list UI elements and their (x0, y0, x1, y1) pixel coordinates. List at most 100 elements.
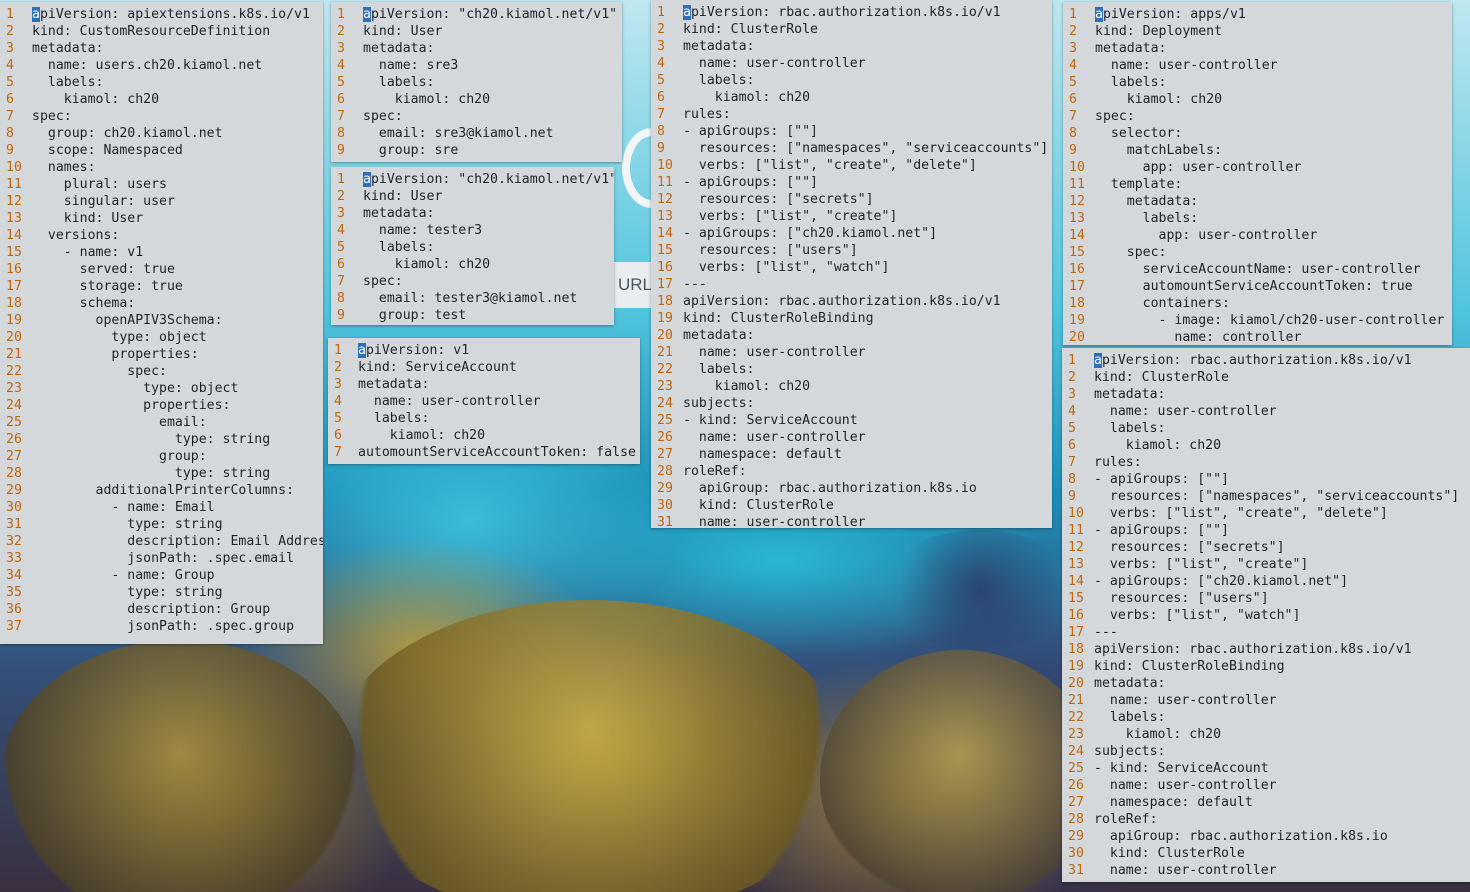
code-text: metadata: (1095, 194, 1199, 209)
code-text: - apiGroups: [""] (683, 124, 818, 139)
code-text: piVersion: rbac.authorization.k8s.io/v1 (1101, 353, 1412, 368)
editor-window-rbac-right[interactable]: 1 apiVersion: rbac.authorization.k8s.io/v… (1062, 348, 1470, 882)
editor-window-serviceaccount[interactable]: 1 apiVersion: v1 2 kind: ServiceAccount 3 met… (328, 338, 640, 464)
code-text: group: test (363, 308, 467, 323)
line-number: 24 (657, 396, 673, 411)
code-text: - apiGroups: ["ch20.kiamol.net"] (683, 226, 938, 241)
code-line: 27 namespace: default (651, 446, 1052, 463)
code-line: 4 name: user-controller (1063, 57, 1452, 74)
code-line: 12 singular: user (0, 193, 323, 210)
code-line: 1 apiVersion: "ch20.kiamol.net/v1" (331, 6, 622, 23)
code-text: kind: User (32, 211, 144, 226)
code-line: 10 verbs: ["list", "create", "delete"] (1062, 505, 1470, 522)
editor-window-user-tester3[interactable]: 1 apiVersion: "ch20.kiamol.net/v1" 2 kind: … (331, 167, 614, 325)
code-text: labels: (363, 75, 435, 90)
code-line: 20 name: controller (1063, 329, 1452, 345)
editor-window-crd[interactable]: 1 apiVersion: apiextensions.k8s.io/v1 2 kin… (0, 2, 323, 644)
editor-window-user-sre3[interactable]: 1 apiVersion: "ch20.kiamol.net/v1" 2 kind: … (331, 2, 622, 162)
code-line: 12 resources: ["secrets"] (1062, 539, 1470, 556)
code-line: 3 metadata: (331, 205, 614, 222)
code-line: 16 verbs: ["list", "watch"] (651, 259, 1052, 276)
code-text: verbs: ["list", "watch"] (1094, 608, 1301, 623)
code-line: 8 - apiGroups: [""] (651, 123, 1052, 140)
line-number: 30 (1068, 846, 1084, 861)
line-number: 5 (6, 75, 14, 90)
editor-window-deployment[interactable]: 1 apiVersion: apps/v1 2 kind: Deployment 3 me… (1063, 2, 1452, 345)
code-text: - apiGroups: ["ch20.kiamol.net"] (1094, 574, 1349, 589)
code-text: kind: Deployment (1095, 24, 1223, 39)
code-text: kind: ServiceAccount (358, 360, 517, 375)
code-line: 2 kind: ClusterRole (1062, 369, 1470, 386)
code-text: rules: (1094, 455, 1142, 470)
line-number: 2 (337, 24, 345, 39)
line-number: 5 (337, 75, 345, 90)
code-line: 2 kind: Deployment (1063, 23, 1452, 40)
text-cursor: a (683, 5, 691, 20)
line-number: 19 (1069, 313, 1085, 328)
line-number: 16 (1069, 262, 1085, 277)
editor-window-rbac-middle[interactable]: 1 apiVersion: rbac.authorization.k8s.io/v… (651, 0, 1052, 528)
code-line: 13 verbs: ["list", "create"] (651, 208, 1052, 225)
code-area[interactable]: 1 apiVersion: v1 2 kind: ServiceAccount 3 met… (328, 338, 640, 461)
code-line: 11 - apiGroups: [""] (651, 174, 1052, 191)
code-text: - name: Group (32, 568, 215, 583)
line-number: 5 (334, 411, 342, 426)
code-text: jsonPath: .spec.group (32, 619, 295, 634)
line-number: 7 (1068, 455, 1076, 470)
code-text: kiamol: ch20 (32, 92, 160, 107)
code-line: 15 resources: ["users"] (1062, 590, 1470, 607)
code-line: 13 labels: (1063, 210, 1452, 227)
code-text: verbs: ["list", "create", "delete"] (1094, 506, 1388, 521)
code-text: kiamol: ch20 (1094, 438, 1222, 453)
line-number: 21 (657, 345, 673, 360)
code-area[interactable]: 1 apiVersion: "ch20.kiamol.net/v1" 2 kind: … (331, 2, 622, 159)
code-line: 28 roleRef: (651, 463, 1052, 480)
code-area[interactable]: 1 apiVersion: apiextensions.k8s.io/v1 2 kin… (0, 2, 323, 635)
code-area[interactable]: 1 apiVersion: rbac.authorization.k8s.io/v… (1062, 348, 1470, 879)
line-number: 9 (1069, 143, 1077, 158)
line-number: 4 (1068, 404, 1076, 419)
line-number: 17 (657, 277, 673, 292)
code-line: 29 additionalPrinterColumns: (0, 482, 323, 499)
code-text: name: user-controller (358, 394, 541, 409)
line-number: 19 (6, 313, 22, 328)
line-number: 11 (1069, 177, 1085, 192)
line-number: 31 (657, 515, 673, 528)
code-text: app: user-controller (1095, 228, 1318, 243)
code-text: kind: ClusterRole (683, 22, 818, 37)
line-number: 26 (657, 430, 673, 445)
line-number: 3 (6, 41, 14, 56)
code-line: 6 kiamol: ch20 (0, 91, 323, 108)
code-line: 8 group: ch20.kiamol.net (0, 125, 323, 142)
code-line: 4 name: sre3 (331, 57, 622, 74)
code-area[interactable]: 1 apiVersion: apps/v1 2 kind: Deployment 3 me… (1063, 2, 1452, 345)
code-area[interactable]: 1 apiVersion: rbac.authorization.k8s.io/v… (651, 0, 1052, 528)
code-line: 4 name: user-controller (651, 55, 1052, 72)
line-number: 24 (1068, 744, 1084, 759)
code-line: 30 - name: Email (0, 499, 323, 516)
text-cursor: a (358, 343, 366, 358)
line-number: 2 (1068, 370, 1076, 385)
code-text: spec: (1095, 109, 1135, 124)
code-area[interactable]: 1 apiVersion: "ch20.kiamol.net/v1" 2 kind: … (331, 167, 614, 324)
code-line: 5 labels: (328, 410, 640, 427)
code-text: name: sre3 (363, 58, 459, 73)
code-line: 10 app: user-controller (1063, 159, 1452, 176)
code-line: 17 storage: true (0, 278, 323, 295)
line-number: 17 (1069, 279, 1085, 294)
line-number: 19 (1068, 659, 1084, 674)
line-number: 4 (334, 394, 342, 409)
line-number: 9 (337, 308, 345, 323)
code-text: labels: (363, 240, 435, 255)
code-text: labels: (1094, 421, 1166, 436)
code-line: 6 kiamol: ch20 (331, 256, 614, 273)
code-line: 21 name: user-controller (651, 344, 1052, 361)
code-line: 26 name: user-controller (1062, 777, 1470, 794)
code-text: roleRef: (1094, 812, 1158, 827)
code-text: subjects: (683, 396, 755, 411)
code-text: resources: ["secrets"] (683, 192, 874, 207)
line-number: 28 (657, 464, 673, 479)
code-text: names: (32, 160, 96, 175)
code-text: resources: ["users"] (1094, 591, 1269, 606)
line-number: 7 (337, 109, 345, 124)
